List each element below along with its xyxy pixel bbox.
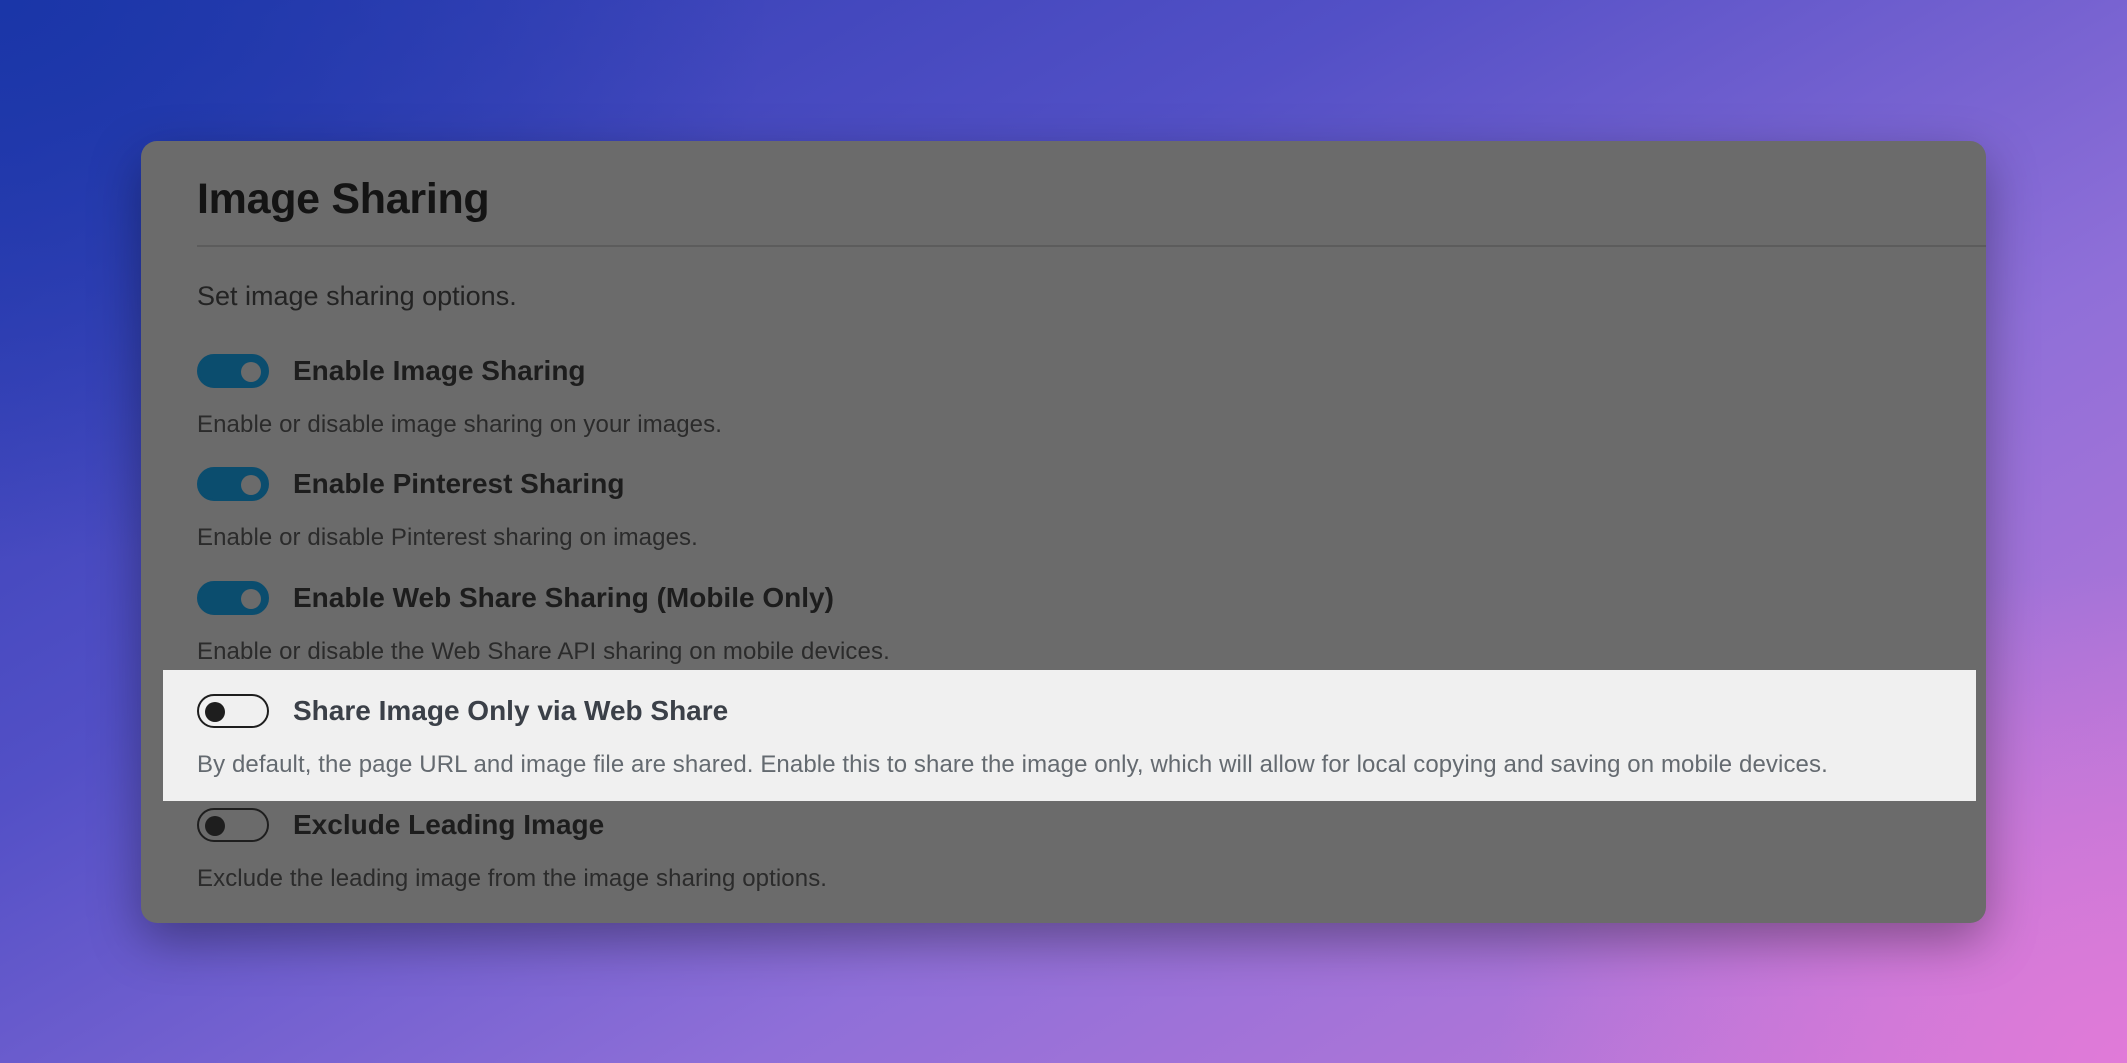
toggle-knob [241, 362, 261, 382]
toggle-knob [241, 589, 261, 609]
toggle-knob [205, 816, 225, 836]
setting-label: Enable Web Share Sharing (Mobile Only) [293, 582, 834, 613]
enable-web-share-toggle[interactable] [197, 581, 269, 615]
panel-title: Image Sharing [197, 175, 490, 223]
setting-description: Exclude the leading image from the image… [197, 865, 828, 892]
share-image-only-toggle[interactable] [197, 694, 269, 728]
setting-label: Enable Image Sharing [293, 355, 586, 386]
setting-description: Enable or disable Pinterest sharing on i… [197, 524, 698, 551]
title-divider [197, 245, 1986, 247]
setting-share-image-only: Share Image Only via Web Share By defaul… [163, 670, 1976, 801]
setting-label: Enable Pinterest Sharing [293, 468, 625, 499]
enable-pinterest-sharing-toggle[interactable] [197, 467, 269, 501]
setting-description: Enable or disable image sharing on your … [197, 411, 723, 438]
toggle-knob [205, 702, 225, 722]
enable-image-sharing-toggle[interactable] [197, 354, 269, 388]
panel-subtitle: Set image sharing options. [197, 281, 517, 311]
setting-label: Share Image Only via Web Share [293, 695, 729, 726]
setting-label: Exclude Leading Image [293, 809, 605, 840]
image-sharing-panel: Image Sharing Set image sharing options.… [141, 141, 1986, 923]
toggle-knob [241, 475, 261, 495]
setting-description: By default, the page URL and image file … [197, 751, 1828, 778]
setting-description: Enable or disable the Web Share API shar… [197, 638, 890, 665]
exclude-leading-image-toggle[interactable] [197, 808, 269, 842]
